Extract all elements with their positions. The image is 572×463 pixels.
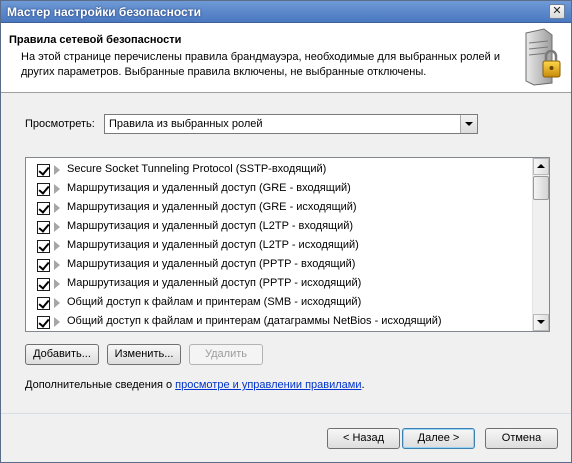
- view-select-value: Правила из выбранных ролей: [109, 118, 263, 130]
- wizard-window: Мастер настройки безопасности ✕ Правила …: [0, 0, 572, 463]
- more-info-suffix: .: [361, 379, 365, 391]
- chevron-down-icon[interactable]: [460, 115, 477, 133]
- rule-checkbox[interactable]: [37, 183, 50, 196]
- rules-list[interactable]: Secure Socket Tunneling Protocol (SSTP-в…: [25, 157, 550, 332]
- rule-label: Маршрутизация и удаленный доступ (PPTP -…: [67, 258, 356, 270]
- more-info: Дополнительные сведения о просмотре и уп…: [25, 379, 365, 391]
- rule-checkbox[interactable]: [37, 221, 50, 234]
- rule-arrow-icon: [54, 298, 60, 308]
- rule-label: Общий доступ к файлам и принтерам (SMB -…: [67, 296, 362, 308]
- wizard-header: Правила сетевой безопасности На этой стр…: [1, 23, 571, 93]
- close-button[interactable]: ✕: [549, 4, 565, 19]
- scroll-up-button[interactable]: [533, 158, 549, 175]
- rule-row[interactable]: Маршрутизация и удаленный доступ (GRE - …: [26, 199, 532, 218]
- rule-label: Маршрутизация и удаленный доступ (L2TP -…: [67, 239, 359, 251]
- rule-row[interactable]: Маршрутизация и удаленный доступ (L2TP -…: [26, 218, 532, 237]
- rule-row[interactable]: Маршрутизация и удаленный доступ (L2TP -…: [26, 237, 532, 256]
- page-title: Правила сетевой безопасности: [9, 34, 182, 46]
- rule-row[interactable]: Маршрутизация и удаленный доступ (GRE - …: [26, 180, 532, 199]
- rule-label: Маршрутизация и удаленный доступ (PPTP -…: [67, 277, 362, 289]
- rule-row[interactable]: Secure Socket Tunneling Protocol (SSTP-в…: [26, 161, 532, 180]
- view-label: Просмотреть:: [25, 118, 95, 130]
- rule-arrow-icon: [54, 184, 60, 194]
- cancel-button[interactable]: Отмена: [485, 428, 558, 449]
- manage-rules-link[interactable]: просмотре и управлении правилами: [175, 379, 361, 391]
- rule-checkbox[interactable]: [37, 297, 50, 310]
- rule-arrow-icon: [54, 260, 60, 270]
- rule-checkbox[interactable]: [37, 259, 50, 272]
- page-description: На этой странице перечислены правила бра…: [21, 51, 500, 78]
- rule-row[interactable]: Маршрутизация и удаленный доступ (PPTP -…: [26, 256, 532, 275]
- scroll-thumb[interactable]: [533, 176, 549, 200]
- rule-row[interactable]: Маршрутизация и удаленный доступ (PPTP -…: [26, 275, 532, 294]
- window-title: Мастер настройки безопасности: [7, 5, 201, 19]
- rule-label: Secure Socket Tunneling Protocol (SSTP-в…: [67, 163, 327, 175]
- rule-checkbox[interactable]: [37, 164, 50, 177]
- rule-label: Маршрутизация и удаленный доступ (L2TP -…: [67, 220, 354, 232]
- server-lock-icon: [525, 28, 561, 86]
- rule-arrow-icon: [54, 222, 60, 232]
- rule-arrow-icon: [54, 241, 60, 251]
- bottom-separator: [1, 413, 571, 414]
- rule-arrow-icon: [54, 165, 60, 175]
- rule-checkbox[interactable]: [37, 240, 50, 253]
- rule-checkbox[interactable]: [37, 316, 50, 329]
- delete-rule-button[interactable]: Удалить: [189, 344, 263, 365]
- back-button[interactable]: < Назад: [327, 428, 400, 449]
- title-bar[interactable]: Мастер настройки безопасности ✕: [1, 1, 571, 23]
- rule-arrow-icon: [54, 279, 60, 289]
- rule-label: Общий доступ к файлам и принтерам (датаг…: [67, 315, 442, 327]
- scroll-down-button[interactable]: [533, 314, 549, 331]
- rule-checkbox[interactable]: [37, 202, 50, 215]
- vertical-scrollbar[interactable]: [532, 158, 549, 331]
- rule-row[interactable]: Общий доступ к файлам и принтерам (SMB -…: [26, 294, 532, 313]
- rule-arrow-icon: [54, 317, 60, 327]
- rules-rows: Secure Socket Tunneling Protocol (SSTP-в…: [26, 161, 532, 331]
- more-info-prefix: Дополнительные сведения о: [25, 379, 176, 391]
- rule-row[interactable]: Общий доступ к файлам и принтерам (датаг…: [26, 313, 532, 331]
- rule-checkbox[interactable]: [37, 278, 50, 291]
- add-rule-button[interactable]: Добавить...: [25, 344, 99, 365]
- next-button[interactable]: Далее >: [402, 428, 475, 449]
- rule-label: Маршрутизация и удаленный доступ (GRE - …: [67, 182, 351, 194]
- rule-arrow-icon: [54, 203, 60, 213]
- edit-rule-button[interactable]: Изменить...: [107, 344, 181, 365]
- view-select[interactable]: Правила из выбранных ролей: [104, 114, 478, 134]
- rule-label: Маршрутизация и удаленный доступ (GRE - …: [67, 201, 357, 213]
